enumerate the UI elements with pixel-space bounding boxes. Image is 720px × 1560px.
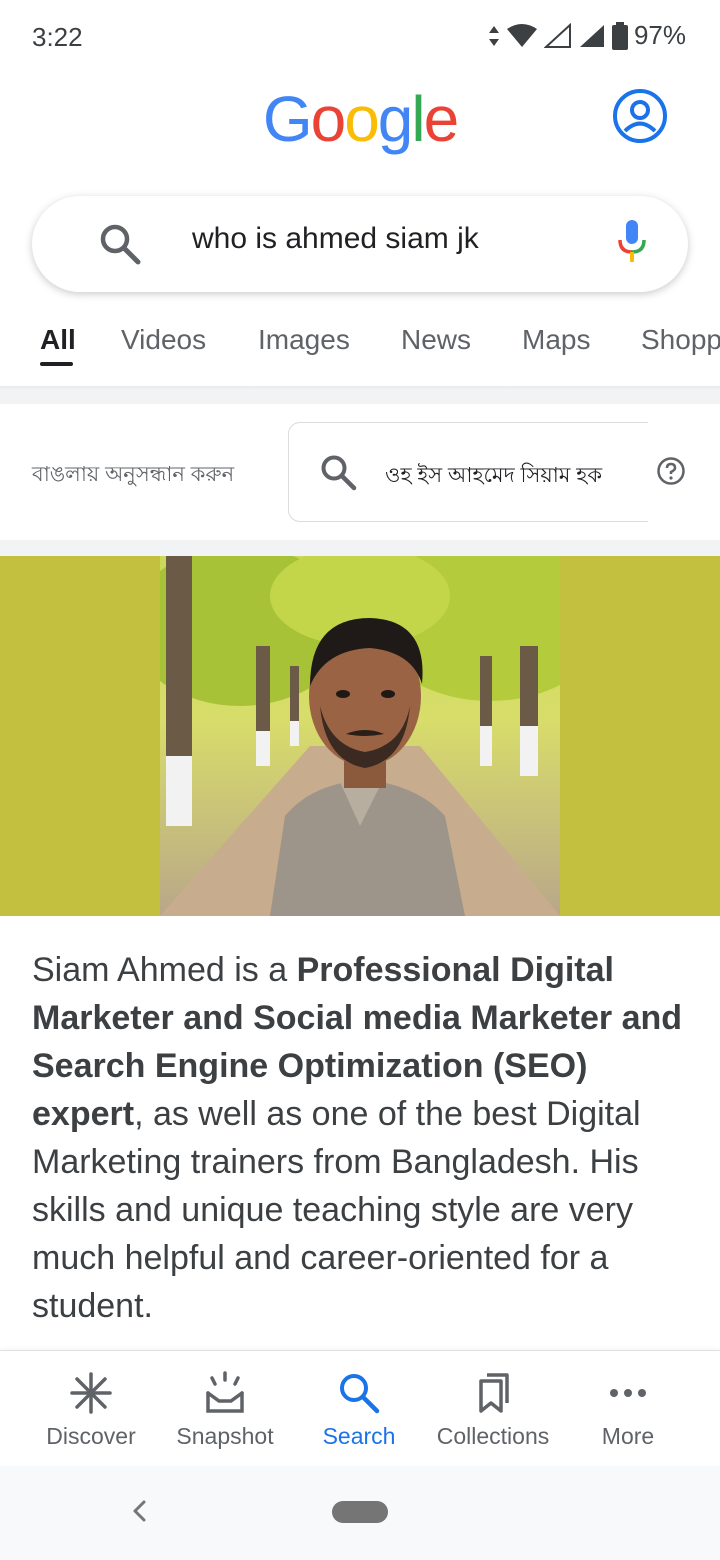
tab-all[interactable]: All: [40, 324, 76, 356]
back-icon[interactable]: [128, 1496, 150, 1526]
description-plain-start: Siam Ahmed is a: [32, 951, 297, 989]
logo-letter: o: [310, 83, 347, 155]
tab-maps[interactable]: Maps: [522, 324, 590, 356]
divider: [0, 540, 720, 556]
status-icons: 97%: [488, 20, 686, 51]
logo-letter: l: [411, 83, 425, 155]
account-circle-icon: [613, 89, 667, 143]
data-arrows-icon: [488, 25, 499, 46]
logo-letter: g: [377, 83, 414, 155]
signal-icon: [543, 22, 571, 48]
system-navigation-bar: [0, 1466, 720, 1560]
translated-search-chip[interactable]: ওহ ইস আহমেদ সিয়াম হক: [288, 422, 648, 522]
logo-letter: o: [344, 83, 380, 155]
active-tab-indicator: [40, 362, 73, 366]
nav-search[interactable]: Search: [287, 1351, 431, 1467]
search-icon: [340, 1374, 380, 1414]
translated-query: ওহ ইস আহমেদ সিয়াম হক: [385, 464, 603, 487]
search-bar[interactable]: who is ahmed siam jk: [32, 196, 688, 292]
nav-label: Snapshot: [176, 1423, 274, 1449]
profile-photo[interactable]: [160, 556, 560, 916]
search-icon: [321, 455, 357, 491]
photo-illustration: [160, 556, 560, 916]
nav-more[interactable]: More: [556, 1351, 700, 1467]
nav-collections[interactable]: Collections: [421, 1351, 565, 1467]
nav-label: Discover: [46, 1423, 136, 1449]
wifi-icon: [506, 23, 537, 47]
search-icon: [100, 224, 141, 265]
knowledge-image-panel: [0, 556, 720, 916]
asterisk-icon: [70, 1372, 112, 1414]
translate-label: বাঙলায় অনুসন্ধান করুন: [32, 463, 235, 486]
more-dots-icon: [610, 1389, 646, 1397]
status-time: 3:22: [32, 22, 83, 52]
tab-videos[interactable]: Videos: [121, 324, 206, 356]
tab-news[interactable]: News: [401, 324, 471, 356]
logo-letter: G: [262, 83, 313, 155]
account-button[interactable]: [612, 88, 668, 144]
description-text: Siam Ahmed is a Professional Digital Mar…: [32, 946, 692, 1330]
divider: [0, 386, 720, 404]
nav-label: More: [601, 1423, 655, 1449]
signal-icon: [579, 24, 604, 47]
home-pill[interactable]: [332, 1501, 388, 1523]
search-tabs: All Videos Images News Maps Shopp: [0, 312, 720, 388]
nav-label: Search: [322, 1423, 396, 1449]
help-icon[interactable]: [656, 456, 686, 486]
snapshot-icon: [206, 1371, 244, 1413]
logo-letter: e: [423, 83, 460, 155]
nav-discover[interactable]: Discover: [19, 1351, 163, 1467]
search-query[interactable]: who is ahmed siam jk: [192, 222, 479, 256]
tab-shopping[interactable]: Shopp: [641, 324, 720, 356]
tab-images[interactable]: Images: [258, 324, 350, 356]
battery-percentage: 97%: [633, 20, 686, 50]
nav-snapshot[interactable]: Snapshot: [153, 1351, 297, 1467]
nav-label: Collections: [436, 1423, 550, 1449]
microphone-icon[interactable]: [616, 218, 648, 266]
bottom-navigation: Discover Snapshot Search Collections Mor…: [0, 1350, 720, 1466]
collections-icon: [479, 1373, 509, 1413]
status-bar: 3:22 97%: [0, 0, 720, 72]
translated-search-card: বাঙলায় অনুসন্ধান করুন ওহ ইস আহমেদ সিয়া…: [0, 404, 720, 540]
battery-icon: [611, 21, 628, 50]
